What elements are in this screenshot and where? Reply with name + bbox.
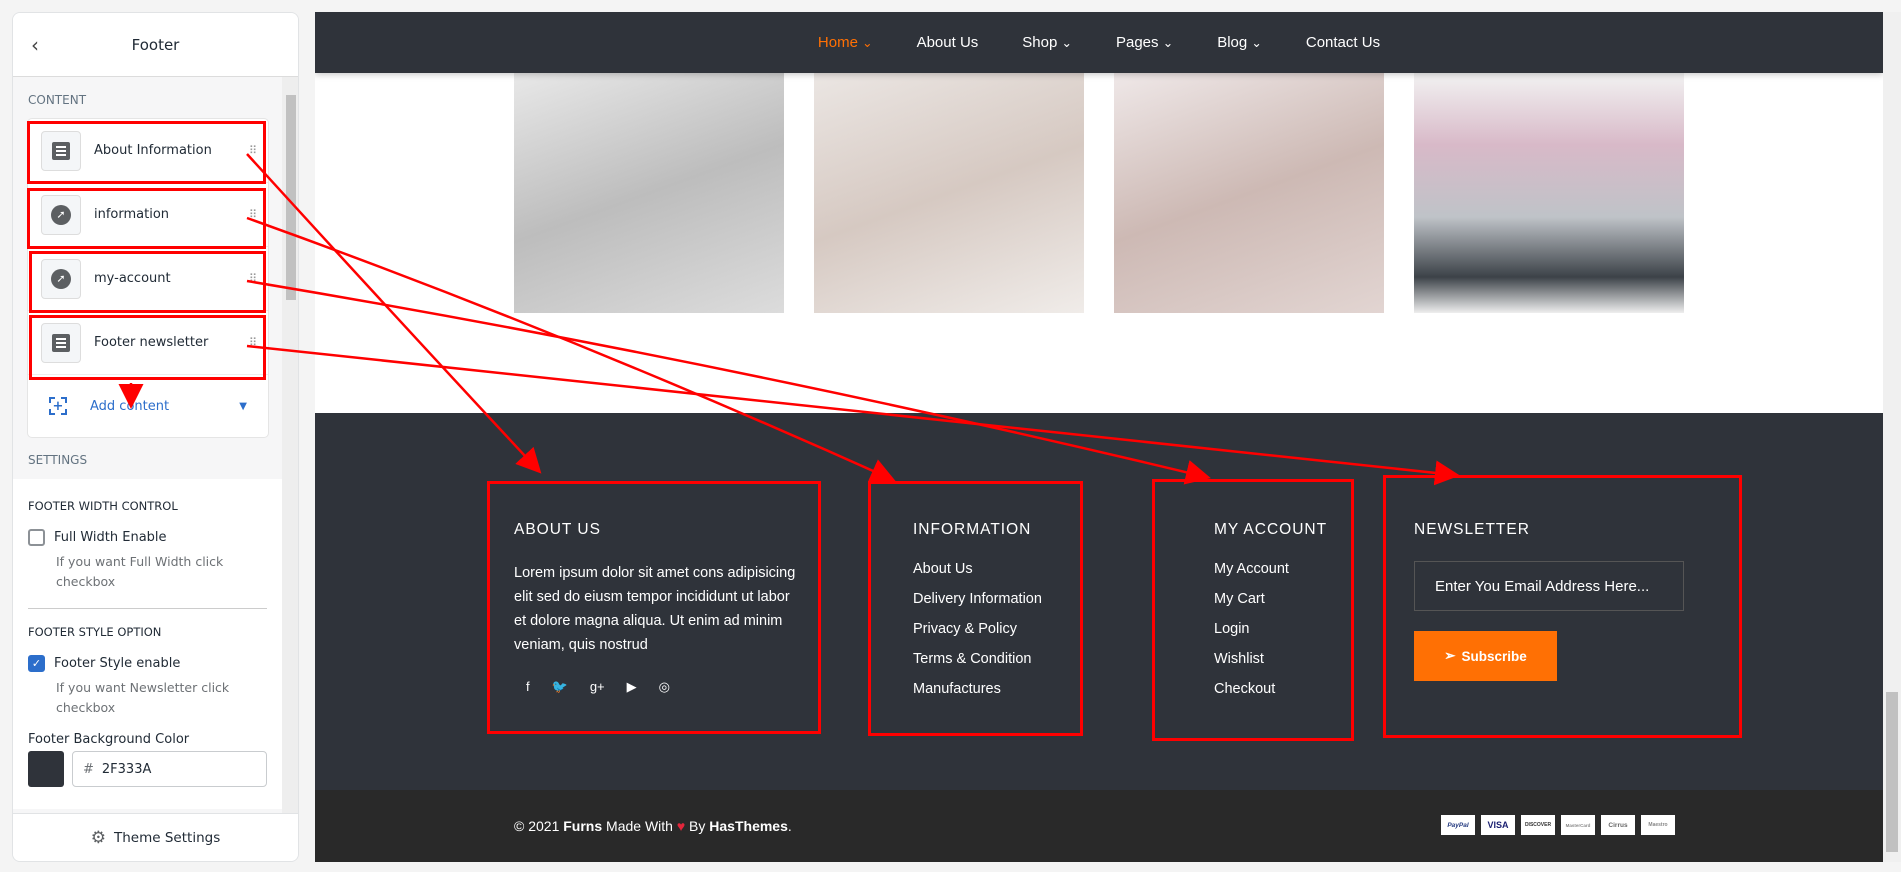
heart-icon: ♥ [676,818,686,834]
check-icon[interactable]: ✓ [28,655,45,672]
bg-color-label: Footer Background Color [28,732,190,747]
settings-section: FOOTER WIDTH CONTROL Full Width Enable I… [13,479,282,809]
nav-contact[interactable]: Contact Us [1306,34,1380,51]
theme-settings-label: Theme Settings [114,829,221,846]
color-hex-input[interactable]: #2F333A [72,751,267,787]
chevron-down-icon: ⌄ [1162,36,1174,50]
gear-icon: ⚙ [90,827,106,848]
annotation-box [29,251,266,313]
theme-settings-button[interactable]: ⚙ Theme Settings [13,813,298,861]
panel-header: ‹ Footer [13,13,298,77]
instagram-photo[interactable] [814,73,1084,313]
panel-scrollbar[interactable] [282,77,298,814]
nav-shop[interactable]: Shop ⌄ [1022,34,1072,51]
checkbox-label: Full Width Enable [54,530,167,545]
width-heading: FOOTER WIDTH CONTROL [28,499,178,513]
nav-home[interactable]: Home ⌄ [818,34,873,51]
payment-icons: PayPal VISA DISCOVER MasterCard Cirrus M… [1441,815,1675,835]
help-text: If you want Full Width click checkbox [56,554,224,589]
nav-blog[interactable]: Blog ⌄ [1217,34,1262,51]
add-content-label: Add content [90,398,170,414]
visa-icon: VISA [1481,815,1515,835]
add-block-icon: + [49,397,67,415]
color-swatch[interactable] [28,751,64,787]
divider [28,608,267,609]
content-heading: CONTENT [28,93,87,107]
main-nav: Home ⌄ About Us Shop ⌄ Pages ⌄ Blog ⌄ Co… [315,12,1883,73]
nav-about[interactable]: About Us [917,34,979,51]
style-heading: FOOTER STYLE OPTION [28,625,162,639]
back-arrow-icon[interactable]: ‹ [31,33,39,57]
hex-value: 2F333A [101,762,152,777]
cirrus-icon: Cirrus [1601,815,1635,835]
settings-heading: SETTINGS [28,453,88,467]
hash: # [83,762,94,777]
panel-title: Footer [131,35,180,54]
company-link[interactable]: HasThemes [709,818,788,834]
checkbox-empty[interactable] [28,529,45,546]
maestro-icon: Maestro [1641,815,1675,835]
add-content-button[interactable]: + Add content ▼ [28,375,268,437]
instagram-photo[interactable] [1114,73,1384,313]
annotation-box [1152,479,1354,741]
full-width-checkbox[interactable]: Full Width Enable [28,529,267,546]
annotation-box [29,315,266,380]
annotation-box [868,481,1083,736]
annotation-box [27,188,266,249]
discover-icon: DISCOVER [1521,815,1555,835]
annotation-box [27,121,266,184]
page-scrollbar[interactable] [1883,12,1901,862]
paypal-icon: PayPal [1441,815,1475,835]
annotation-box [487,481,821,734]
footer-style-checkbox[interactable]: ✓ Footer Style enable [28,655,267,672]
checkbox-label: Footer Style enable [54,656,181,671]
copyright-text: © 2021 Furns Made With ♥ By HasThemes. [514,818,792,834]
instagram-photo[interactable] [514,73,784,313]
mastercard-icon: MasterCard [1561,815,1595,835]
nav-pages[interactable]: Pages ⌄ [1116,34,1173,51]
help-text: If you want Newsletter click checkbox [56,680,230,715]
chevron-down-icon: ⌄ [1251,36,1262,50]
annotation-box [1383,475,1742,738]
chevron-down-icon: ⌄ [862,36,873,50]
instagram-photo[interactable] [1414,73,1684,313]
chevron-down-icon: ⌄ [1061,36,1072,50]
copyright-bar: © 2021 Furns Made With ♥ By HasThemes. P… [315,790,1883,862]
caret-down-icon: ▼ [239,400,247,412]
